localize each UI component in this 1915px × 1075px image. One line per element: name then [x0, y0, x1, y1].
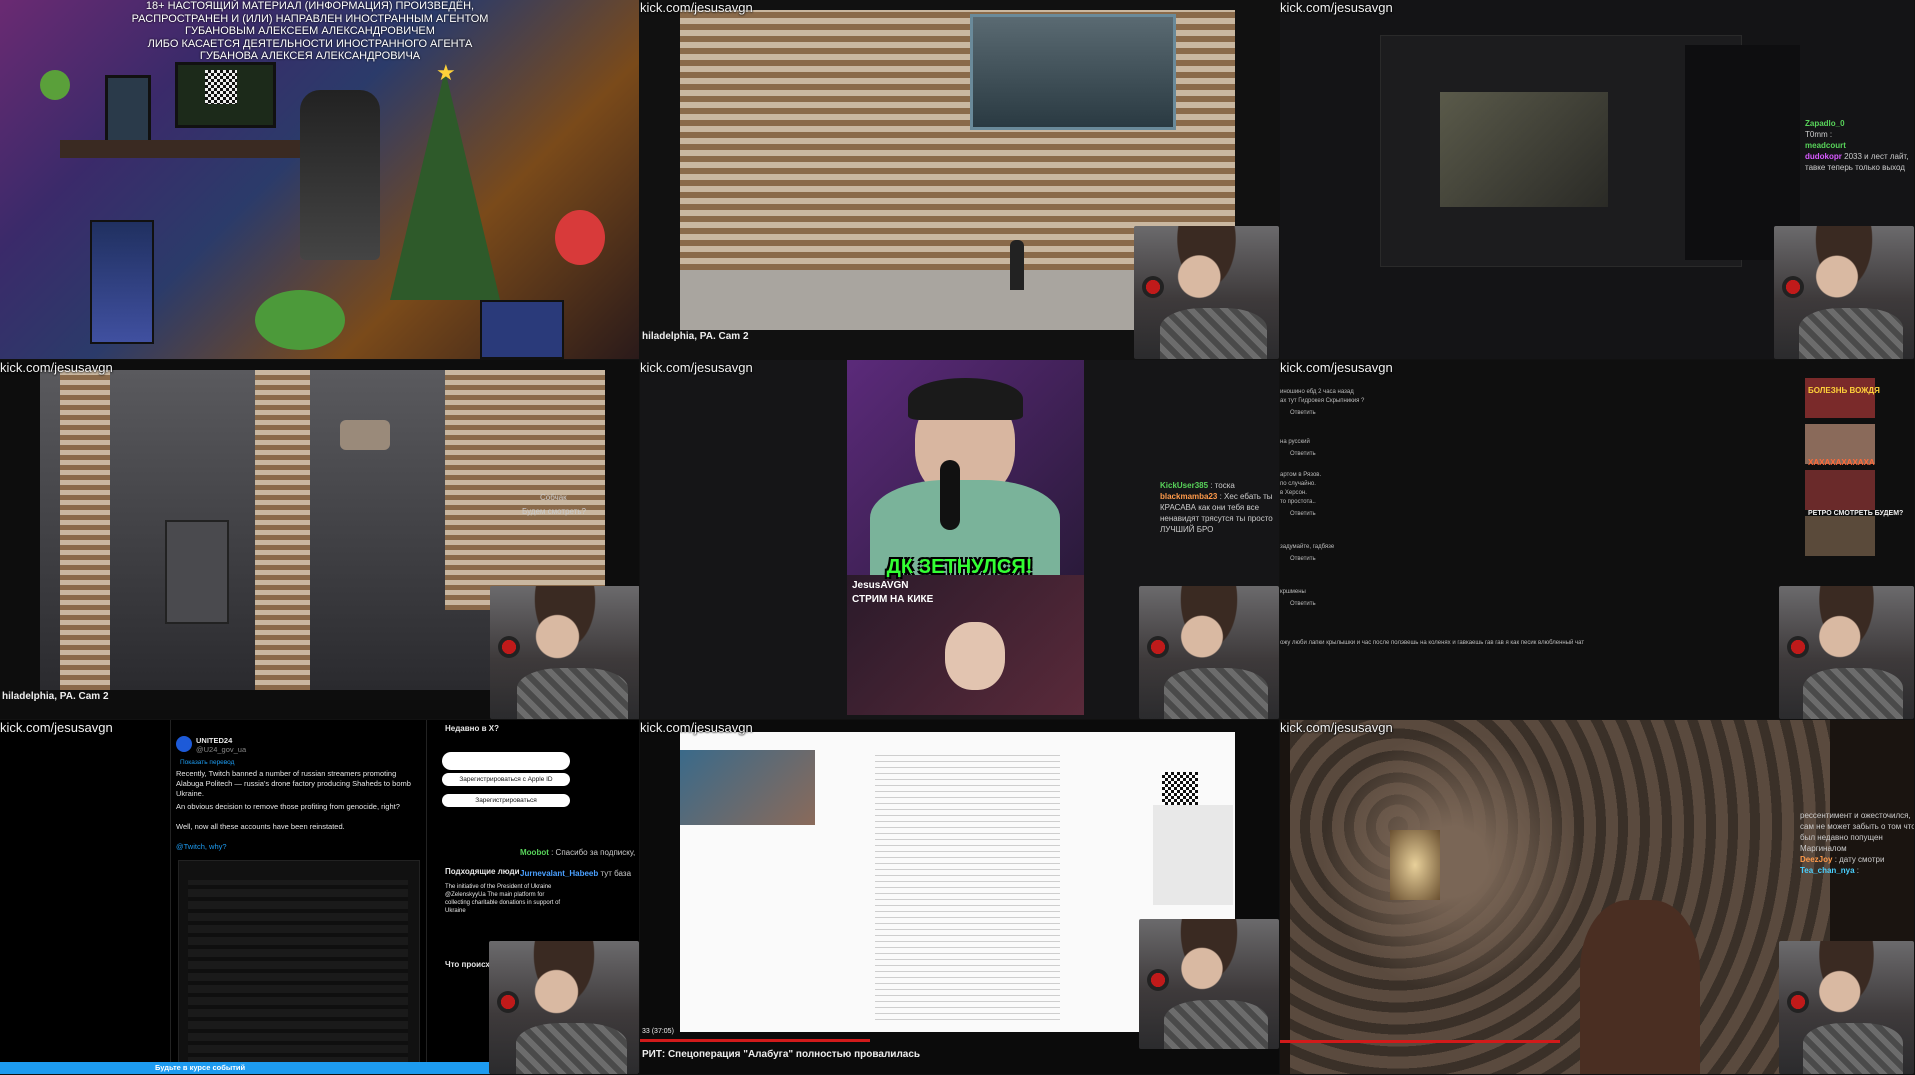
tweet-image-table	[188, 880, 408, 1065]
signup-banner-text: Будьте в курсе событий	[155, 1063, 246, 1072]
brick-pillar	[60, 370, 110, 690]
related-video[interactable]	[1805, 378, 1875, 418]
multi-stream-grid: 18+ НАСТОЯЩИЙ МАТЕРИАЛ (ИНФОРМАЦИЯ) ПРОИ…	[0, 0, 1915, 1075]
kick-watermark: kick.com/jesusavgn	[640, 0, 753, 15]
streamer-webcam	[1139, 586, 1279, 719]
twitch-mention[interactable]: @Twitch, why?	[176, 842, 227, 852]
tile-youtube-comments[interactable]: kick.com/jesusavgn иношино ебд 2 часа на…	[1280, 360, 1915, 720]
nested-stream-video	[1440, 92, 1608, 207]
microphone	[940, 460, 960, 530]
related-title: БОЛЕЗНЬ ВОЖДЯ	[1808, 386, 1880, 395]
kick-watermark: kick.com/jesusavgn	[640, 360, 753, 375]
article-text-block	[875, 750, 1060, 1020]
tile-room[interactable]: 18+ НАСТОЯЩИЙ МАТЕРИАЛ (ИНФОРМАЦИЯ) ПРОИ…	[0, 0, 640, 360]
clip-brand: JesusAVGN	[852, 580, 909, 591]
video-progress[interactable]	[640, 1039, 870, 1042]
translate-link[interactable]: Показать перевод	[180, 758, 234, 768]
comment-list: иношино ебд 2 часа назад ах тут Гидрокея…	[1280, 389, 1585, 646]
pedestrian	[1010, 240, 1024, 290]
related-video[interactable]	[1805, 470, 1875, 510]
streamer-webcam	[490, 586, 639, 719]
frog-plush	[40, 70, 70, 100]
gift-box	[480, 300, 564, 359]
tile-philly-cam[interactable]: kick.com/jesusavgn hiladelphia, PA. Cam …	[640, 0, 1280, 360]
related-title: ХАХАХАХАХАХА	[1808, 458, 1875, 467]
apple-signin-button[interactable]: Зарегистрироваться с Apple ID	[442, 773, 570, 786]
embedded-webcam	[680, 750, 815, 825]
tile-philly-arcade[interactable]: kick.com/jesusavgn Собчак Будем смотреть…	[0, 360, 640, 720]
chat-overlay: Zapadlo_0 T0mm : meadcourt dudokopr 2033…	[1805, 119, 1909, 172]
kick-watermark: kick.com/jesusavgn	[0, 360, 113, 375]
register-button[interactable]: Зарегистрироваться	[442, 794, 570, 807]
clip-subtitle: СТРИМ НА КИКЕ	[852, 594, 934, 605]
video-subject	[1580, 900, 1700, 1074]
signup-banner[interactable]: Будьте в курсе событий	[0, 1062, 490, 1074]
tweet-text: Recently, Twitch banned a number of russ…	[176, 769, 411, 798]
gaming-chair	[300, 90, 380, 260]
clip-face	[945, 622, 1005, 690]
who-to-follow-title: Подходящие люди	[445, 867, 520, 876]
building-glass	[970, 14, 1176, 130]
pc-case	[90, 220, 154, 344]
video-time: 33 (37:05)	[642, 1028, 674, 1035]
trends-title: Что происх	[445, 960, 490, 969]
streamer-webcam	[1139, 919, 1279, 1049]
related-video[interactable]	[1805, 516, 1875, 556]
kick-watermark: kick.com/jesusavgn	[1280, 720, 1393, 735]
qr-code-icon	[1162, 772, 1198, 808]
follow-description: The initiative of the President of Ukrai…	[445, 884, 561, 914]
tweet-handle[interactable]: @U24_gov_ua	[196, 745, 246, 755]
ad-panel	[1153, 805, 1233, 905]
streamer-webcam	[489, 941, 639, 1074]
chat-overlay: Собчак	[540, 493, 567, 502]
qr-code-icon	[205, 70, 237, 104]
sidebar-title: Недавно в X?	[445, 724, 499, 733]
kick-watermark: kick.com/jesusavgn	[0, 720, 113, 735]
video-title: РИТ: Спецоперация "Алабуга" полностью пр…	[642, 1049, 921, 1060]
chat-panel: рессентимент и ожесточился, сам не может…	[1800, 811, 1915, 875]
stream-title: hiladelphia, PA. Cam 2	[642, 331, 749, 342]
brick-pillar	[255, 370, 310, 690]
tile-article-video[interactable]: kick.com/jesusavgn 33 (37:05) РИТ: Спецо…	[640, 720, 1280, 1075]
tile-x-post[interactable]: kick.com/jesusavgn UNITED24 @U24_gov_ua …	[0, 720, 640, 1075]
streamer-webcam	[1779, 586, 1914, 719]
promo-banner: ДК ЗЕТНУЛСЯ!	[886, 556, 1033, 578]
frog-plush	[555, 210, 605, 265]
google-signin-button[interactable]	[442, 752, 570, 770]
kick-watermark: kick.com/jesusavgn	[1280, 0, 1393, 15]
streamer-webcam	[1134, 226, 1279, 359]
video-progress[interactable]	[1280, 1040, 1560, 1043]
kick-watermark: kick.com/jesusavgn	[1280, 360, 1393, 375]
parked-car	[340, 420, 390, 450]
video-frame	[1290, 720, 1830, 1074]
tile-stream-capture[interactable]: kick.com/jesusavgn Zapadlo_0 T0mm : mead…	[1280, 0, 1915, 360]
avatar[interactable]	[176, 736, 192, 752]
chat-overlay: Будем смотреть?	[522, 507, 586, 516]
frog-plush	[255, 290, 345, 350]
kiosk	[165, 520, 229, 624]
tile-dark-video[interactable]: kick.com/jesusavgn рессентимент и ожесто…	[1280, 720, 1915, 1075]
tweet-text: Well, now all these accounts have been r…	[176, 822, 345, 831]
desk	[60, 140, 320, 158]
desk-monitor-side	[105, 75, 151, 143]
streamer-webcam	[1774, 226, 1914, 359]
foreign-agent-warning: 18+ НАСТОЯЩИЙ МАТЕРИАЛ (ИНФОРМАЦИЯ) ПРОИ…	[131, 0, 489, 62]
brick-wall	[445, 370, 605, 610]
star-icon: ★	[436, 60, 456, 85]
chat-panel: Moobot : Спасибо за подписку, Jurnevalan…	[520, 848, 636, 878]
stream-title: hiladelphia, PA. Cam 2	[2, 691, 109, 702]
guest-cap	[908, 378, 1023, 420]
chat-panel: KickUser385 : тоска blackmamba23 : Хес е…	[1160, 481, 1273, 534]
lamp	[1390, 830, 1440, 900]
christmas-tree	[390, 70, 500, 300]
streamer-webcam	[1779, 941, 1914, 1074]
kick-watermark: kick.com/jesusavgn	[640, 720, 753, 735]
tweet-text: An obvious decision to remove those prof…	[176, 802, 400, 811]
tile-guest-reaction[interactable]: kick.com/jesusavgn ДК ЗЕТНУЛСЯ! JesusAVG…	[640, 360, 1280, 720]
